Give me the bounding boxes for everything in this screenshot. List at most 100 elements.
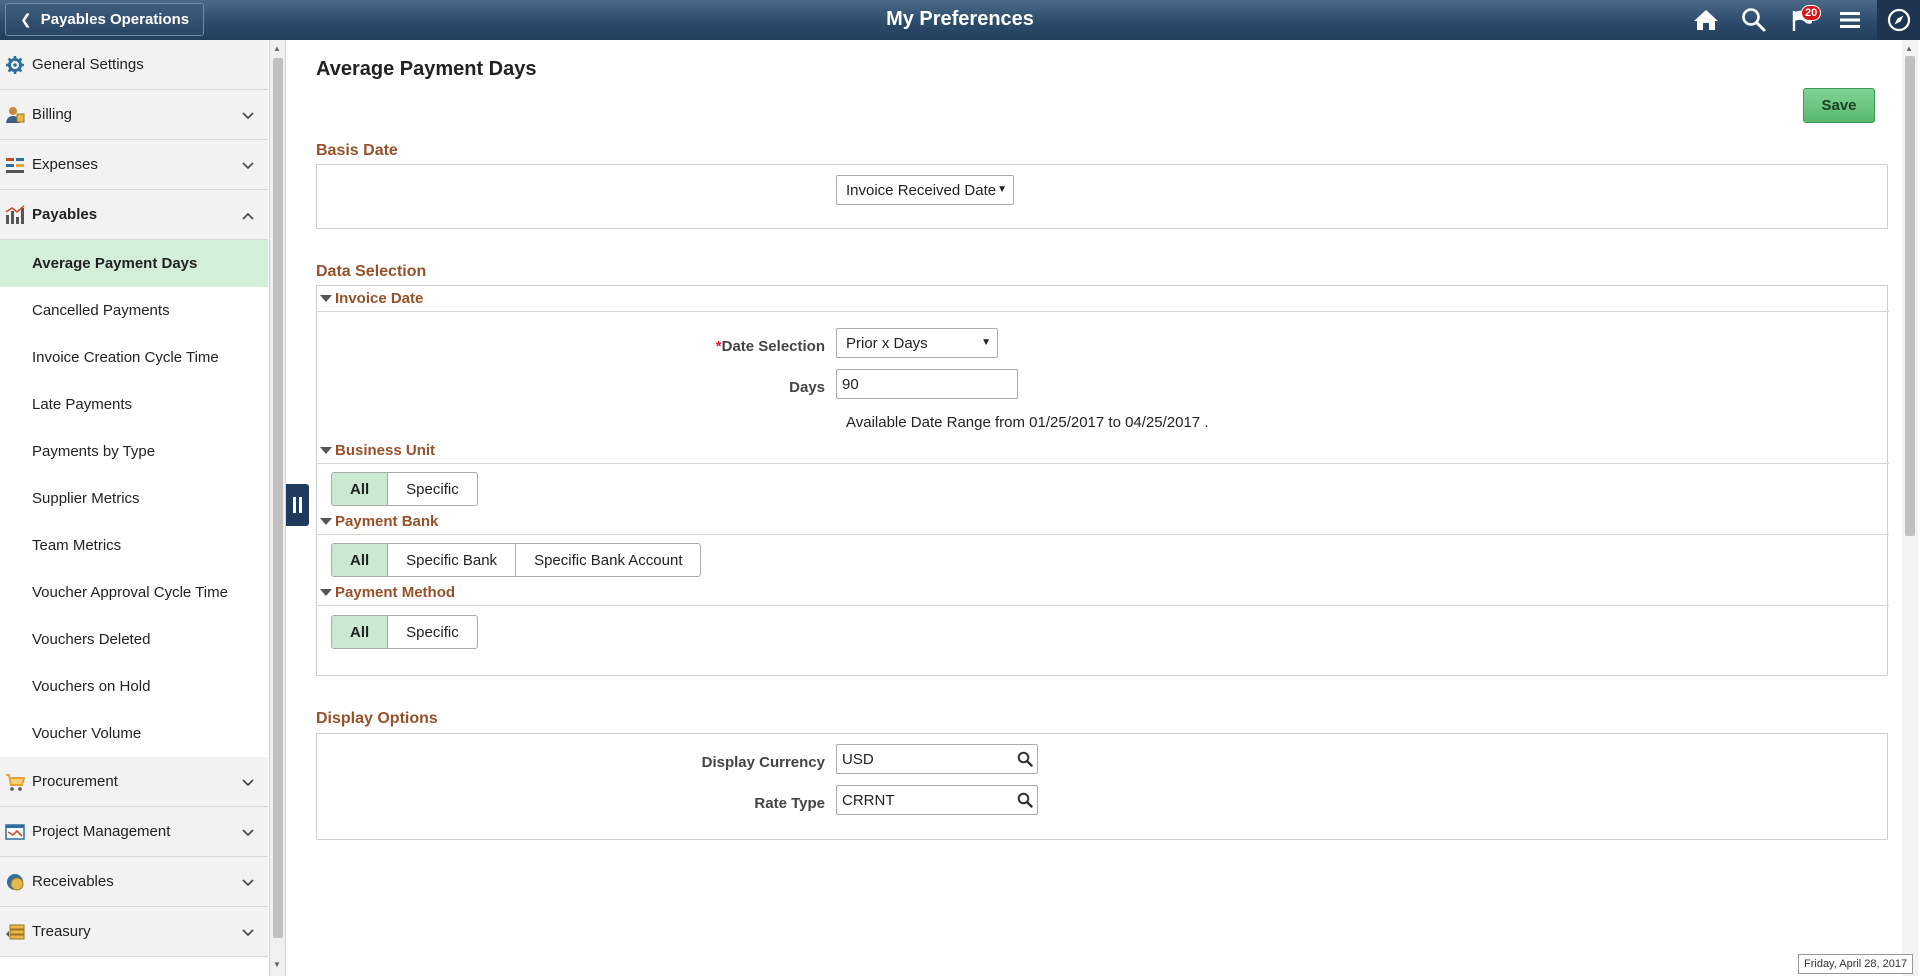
sidebar-item-late-payments[interactable]: Late Payments: [0, 381, 268, 428]
collapse-triangle-icon: [320, 447, 332, 454]
payment-bank-specific-account-option[interactable]: Specific Bank Account: [516, 544, 700, 576]
back-button-label: Payables Operations: [40, 11, 190, 28]
sidebar-category-general-settings[interactable]: General Settings: [0, 40, 268, 90]
sidebar-category-project-management[interactable]: Project Management: [0, 807, 268, 857]
display-currency-input[interactable]: USD: [836, 744, 1038, 774]
sidebar-category-label: Expenses: [32, 156, 98, 173]
date-selection-label-text: Date Selection: [721, 338, 825, 355]
treasury-icon: [4, 921, 26, 943]
display-options-box: Display Currency USD Rate Type CRRNT: [316, 733, 1888, 840]
business-unit-all-option[interactable]: All: [332, 473, 389, 505]
chevron-down-icon: [242, 107, 254, 125]
sidebar-scrollbar[interactable]: ▲ ▼: [270, 40, 286, 976]
main-scroll-thumb[interactable]: [1905, 56, 1915, 536]
payment-method-header[interactable]: Payment Method: [317, 580, 1889, 606]
page-header-title: My Preferences: [886, 8, 1034, 30]
payment-bank-all-option[interactable]: All: [332, 544, 389, 576]
sidebar-category-label: Project Management: [32, 823, 171, 840]
payment-method-all-option[interactable]: All: [332, 616, 389, 648]
collapse-triangle-icon: [320, 295, 332, 302]
chevron-down-icon: [242, 924, 254, 942]
sidebar-item-supplier-metrics[interactable]: Supplier Metrics: [0, 475, 268, 522]
rate-type-label: Rate Type: [754, 795, 825, 812]
chevron-down-icon: [242, 774, 254, 792]
menu-icon[interactable]: [1836, 7, 1864, 33]
basis-date-select[interactable]: Invoice Received Date ▼: [836, 175, 1014, 205]
business-unit-specific-option[interactable]: Specific: [388, 473, 477, 505]
days-input[interactable]: 90: [836, 369, 1018, 399]
sidebar-item-vouchers-on-hold[interactable]: Vouchers on Hold: [0, 663, 268, 710]
navbar-compass-icon[interactable]: [1877, 0, 1920, 40]
collapse-triangle-icon: [320, 589, 332, 596]
chevron-up-icon: [242, 207, 254, 225]
payment-method-specific-option[interactable]: Specific: [388, 616, 477, 648]
chevron-down-icon: [242, 874, 254, 892]
notifications-flag-icon[interactable]: 20: [1788, 5, 1822, 33]
sidebar: General Settings Billing Expenses Payabl…: [0, 40, 270, 976]
display-currency-label: Display Currency: [701, 754, 825, 771]
sidebar-category-billing[interactable]: Billing: [0, 90, 268, 140]
sidebar-category-procurement[interactable]: Procurement: [0, 757, 268, 807]
payment-bank-toggle: All Specific Bank Specific Bank Account: [331, 543, 702, 577]
sidebar-item-team-metrics[interactable]: Team Metrics: [0, 522, 268, 569]
sidebar-scroll-thumb[interactable]: [273, 58, 283, 938]
gear-icon: [4, 54, 26, 76]
sidebar-item-average-payment-days[interactable]: Average Payment Days: [0, 240, 268, 287]
sidebar-category-treasury[interactable]: Treasury: [0, 907, 268, 957]
cart-icon: [4, 771, 26, 793]
dropdown-caret-icon: ▼: [997, 184, 1007, 195]
collapse-triangle-icon: [320, 518, 332, 525]
scroll-down-arrow-icon[interactable]: ▼: [273, 960, 281, 969]
sidebar-category-label: Receivables: [32, 873, 114, 890]
basis-date-select-value: Invoice Received Date: [846, 181, 997, 199]
date-selection-label: *Date Selection: [617, 338, 825, 355]
section-title-data-selection: Data Selection: [316, 263, 427, 280]
sidebar-category-label: Treasury: [32, 923, 91, 940]
sidebar-category-expenses[interactable]: Expenses: [0, 140, 268, 190]
payment-method-toggle: All Specific: [331, 615, 478, 649]
billing-icon: [4, 104, 26, 126]
sidebar-collapse-handle[interactable]: [286, 484, 309, 526]
project-icon: [4, 821, 26, 843]
search-icon[interactable]: [1017, 751, 1033, 771]
page-title: Average Payment Days: [316, 58, 537, 80]
sidebar-category-label: General Settings: [32, 56, 144, 73]
sidebar-category-label: Billing: [32, 106, 73, 123]
days-label: Days: [789, 379, 825, 396]
sidebar-item-voucher-approval-cycle-time[interactable]: Voucher Approval Cycle Time: [0, 569, 268, 616]
sidebar-item-vouchers-deleted[interactable]: Vouchers Deleted: [0, 616, 268, 663]
chevron-down-icon: [242, 824, 254, 842]
main-scrollbar[interactable]: ▲: [1902, 40, 1918, 976]
rate-type-value: CRRNT: [842, 791, 895, 809]
app-header: ❮ Payables Operations My Preferences 20: [0, 0, 1920, 40]
chevron-left-icon: ❮: [20, 11, 32, 27]
payment-method-title: Payment Method: [335, 584, 456, 601]
sidebar-item-payments-by-type[interactable]: Payments by Type: [0, 428, 268, 475]
scroll-up-arrow-icon[interactable]: ▲: [273, 44, 281, 53]
business-unit-header[interactable]: Business Unit: [317, 438, 1889, 464]
payment-bank-specific-bank-option[interactable]: Specific Bank: [388, 544, 517, 576]
sidebar-item-invoice-creation-cycle-time[interactable]: Invoice Creation Cycle Time: [0, 334, 268, 381]
scroll-up-arrow-icon[interactable]: ▲: [1905, 44, 1913, 53]
sidebar-category-receivables[interactable]: Receivables: [0, 857, 268, 907]
payables-chart-icon: [4, 204, 26, 226]
sidebar-item-cancelled-payments[interactable]: Cancelled Payments: [0, 287, 268, 334]
sidebar-category-payables[interactable]: Payables: [0, 190, 268, 240]
payment-bank-title: Payment Bank: [335, 513, 439, 530]
chevron-down-icon: [242, 157, 254, 175]
save-button[interactable]: Save: [1803, 88, 1875, 123]
search-icon[interactable]: [1740, 7, 1768, 33]
home-icon[interactable]: [1692, 7, 1720, 33]
rate-type-input[interactable]: CRRNT: [836, 785, 1038, 815]
back-button[interactable]: ❮ Payables Operations: [5, 3, 205, 36]
invoice-date-header[interactable]: Invoice Date: [317, 286, 1889, 312]
dropdown-caret-icon: ▼: [981, 337, 991, 348]
available-date-range-note: Available Date Range from 01/25/2017 to …: [846, 414, 1209, 431]
search-icon[interactable]: [1017, 792, 1033, 812]
notifications-badge: 20: [1801, 5, 1822, 21]
payment-bank-header[interactable]: Payment Bank: [317, 509, 1889, 535]
expenses-icon: [4, 154, 26, 176]
receivables-icon: [4, 871, 26, 893]
sidebar-item-voucher-volume[interactable]: Voucher Volume: [0, 710, 268, 757]
date-selection-select[interactable]: Prior x Days ▼: [836, 328, 998, 358]
